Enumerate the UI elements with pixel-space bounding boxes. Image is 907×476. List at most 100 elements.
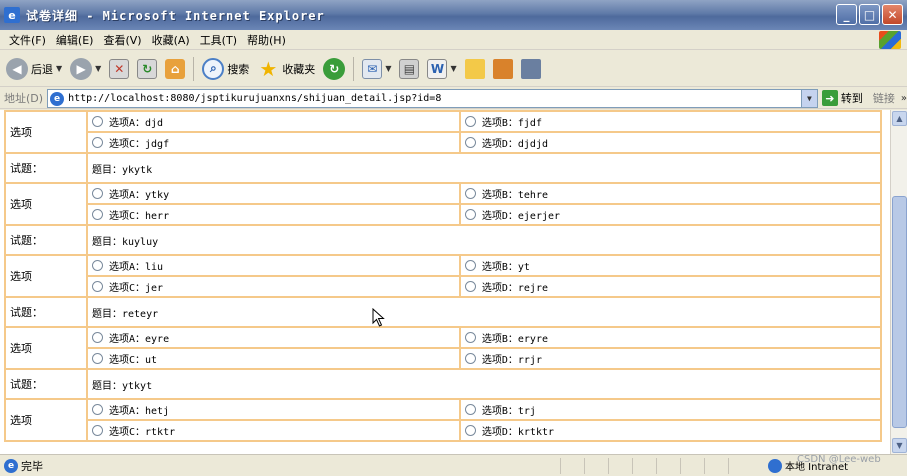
scrollbar-thumb[interactable] — [892, 196, 907, 428]
chevron-down-icon[interactable]: ▼ — [800, 89, 817, 107]
option-text: 选项B：tehre — [481, 190, 548, 201]
table-row: 选项 选项A：liu 选项B：yt — [4, 254, 883, 298]
option-label: 选项 — [4, 110, 88, 154]
page-done-icon: e — [4, 458, 18, 473]
option-label: 选项 — [4, 398, 88, 442]
discuss-button[interactable] — [463, 54, 487, 84]
toolbar-overflow-icon[interactable]: » — [901, 93, 907, 104]
go-button[interactable]: ➜ 转到 — [821, 90, 863, 106]
option-radio[interactable] — [464, 188, 476, 199]
refresh-icon: ↻ — [137, 58, 158, 79]
option-radio[interactable] — [92, 404, 103, 415]
address-input[interactable]: e http://localhost:8080/jsptikurujuanxns… — [47, 88, 818, 108]
minimize-button[interactable]: _ — [836, 4, 857, 25]
option-text: 选项B：yt — [481, 262, 530, 273]
table-row: 试题： 题目：reteyr — [4, 296, 882, 328]
stop-icon: ✕ — [109, 58, 130, 79]
chevron-down-icon[interactable]: ▼ — [385, 64, 391, 73]
menu-favorites[interactable]: 收藏(A) — [147, 32, 195, 48]
home-button[interactable]: ⌂ — [163, 54, 187, 84]
scroll-up-icon[interactable]: ▲ — [892, 111, 907, 126]
option-radio[interactable] — [92, 137, 103, 148]
option-cell: 选项A：liu — [86, 254, 461, 277]
mouse-cursor-icon — [372, 308, 385, 327]
option-radio[interactable] — [464, 209, 476, 220]
mail-button[interactable]: ✉ ▼ — [360, 54, 393, 84]
search-button[interactable]: ⌕ 搜索 — [200, 54, 251, 84]
chevron-down-icon[interactable]: ▼ — [56, 64, 62, 73]
question-label: 试题： — [4, 152, 88, 184]
window-title-bar[interactable]: e 试卷详细 - Microsoft Internet Explorer _ □… — [0, 0, 907, 30]
menu-help[interactable]: 帮助(H) — [242, 32, 291, 48]
option-radio[interactable] — [92, 425, 103, 436]
option-text: 选项C：rtktr — [109, 427, 176, 438]
option-text: 选项C：herr — [109, 211, 170, 222]
option-text: 选项B：trj — [481, 406, 536, 417]
search-icon: ⌕ — [202, 57, 225, 80]
option-radio[interactable] — [464, 332, 476, 343]
maximize-button[interactable]: □ — [859, 4, 880, 25]
media-button[interactable]: ↻ — [321, 54, 347, 84]
media-icon: ↻ — [323, 57, 346, 80]
stop-button[interactable]: ✕ — [107, 54, 131, 84]
address-bar: 地址(D) e http://localhost:8080/jsptikuruj… — [0, 88, 907, 109]
option-cell: 选项B：fjdf — [458, 110, 883, 133]
favorites-button[interactable]: ★ 收藏夹 — [255, 54, 317, 84]
menu-view[interactable]: 查看(V) — [98, 32, 146, 48]
table-row: 选项C：herr 选项D：ejerjer — [5, 203, 883, 226]
option-text: 选项A：liu — [109, 262, 164, 273]
option-radio[interactable] — [464, 116, 476, 127]
table-row: 试题： 题目：kuyluy — [4, 224, 882, 256]
option-cell: 选项D：djdjd — [458, 131, 883, 154]
option-radio[interactable] — [464, 425, 476, 436]
option-cell: 选项C：ut — [86, 347, 461, 370]
edit-button[interactable]: W ▼ — [425, 54, 458, 84]
menu-file[interactable]: 文件(F) — [4, 32, 51, 48]
option-cell: 选项D：rejre — [458, 275, 883, 298]
menu-tools[interactable]: 工具(T) — [195, 32, 242, 48]
menu-edit[interactable]: 编辑(E) — [51, 32, 99, 48]
question-title: 题目：reteyr — [86, 296, 882, 328]
option-radio[interactable] — [92, 353, 103, 364]
option-radio[interactable] — [464, 353, 476, 364]
page-content: 选项 选项A：djd 选项B：fjdf 选项C：jdgf 选项D：djdjd 试… — [0, 110, 890, 454]
option-cell: 选项D：ejerjer — [458, 203, 883, 226]
option-radio[interactable] — [92, 281, 103, 292]
option-text: 选项D：ejerjer — [481, 211, 561, 222]
vertical-scrollbar[interactable]: ▲ ▼ — [890, 110, 907, 454]
option-text: 选项C：jdgf — [109, 139, 170, 150]
option-radio[interactable] — [464, 260, 476, 271]
menu-bar: 文件(F) 编辑(E) 查看(V) 收藏(A) 工具(T) 帮助(H) — [0, 30, 907, 50]
chevron-down-icon[interactable]: ▼ — [450, 64, 456, 73]
option-cell: 选项D：rrjr — [458, 347, 883, 370]
option-text: 选项A：hetj — [109, 406, 170, 417]
scroll-down-icon[interactable]: ▼ — [892, 438, 907, 453]
option-radio[interactable] — [92, 209, 103, 220]
close-button[interactable]: ✕ — [882, 4, 903, 25]
question-title: 题目：kuyluy — [86, 224, 882, 256]
home-icon: ⌂ — [165, 58, 186, 79]
question-label: 试题： — [4, 224, 88, 256]
window-title: 试卷详细 - Microsoft Internet Explorer — [26, 8, 325, 23]
status-pane — [704, 458, 726, 474]
option-cell: 选项C：rtktr — [86, 419, 461, 442]
messenger-button[interactable] — [519, 54, 543, 84]
research-button[interactable] — [491, 54, 515, 84]
links-button[interactable]: 链接 — [873, 90, 895, 106]
forward-button[interactable]: ▶ ▼ — [68, 54, 103, 84]
chevron-down-icon[interactable]: ▼ — [95, 64, 101, 73]
option-radio[interactable] — [464, 137, 476, 148]
status-pane — [584, 458, 606, 474]
option-radio[interactable] — [464, 281, 476, 292]
print-button[interactable]: ▤ — [397, 54, 421, 84]
back-button[interactable]: ◀ 后退 ▼ — [4, 54, 64, 84]
option-radio[interactable] — [92, 116, 103, 127]
option-radio[interactable] — [464, 404, 476, 415]
option-radio[interactable] — [92, 332, 103, 343]
refresh-button[interactable]: ↻ — [135, 54, 159, 84]
option-radio[interactable] — [92, 188, 103, 199]
option-radio[interactable] — [92, 260, 103, 271]
status-pane — [728, 458, 750, 474]
status-pane — [608, 458, 630, 474]
option-text: 选项A：djd — [109, 118, 164, 129]
